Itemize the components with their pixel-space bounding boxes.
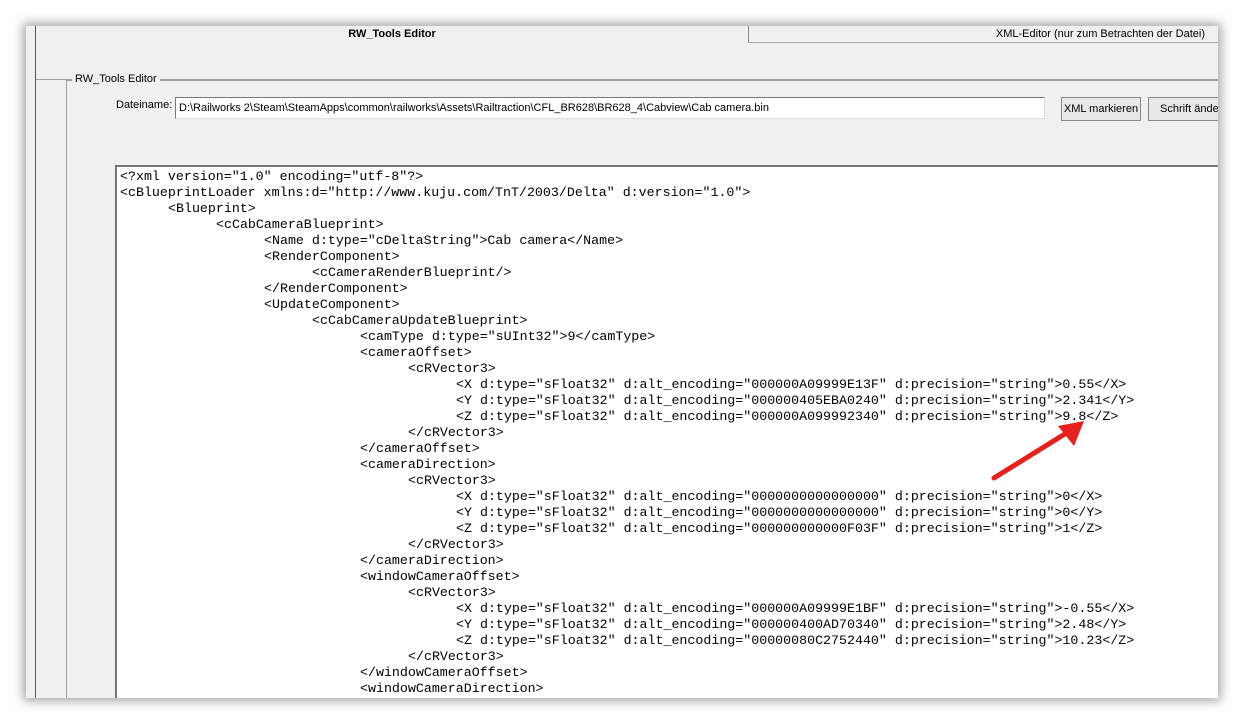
xml-line: <?xml version="1.0" encoding="utf-8"?> <box>120 169 424 184</box>
xml-line: <cRVector3> <box>408 585 496 600</box>
xml-line: <cCabCameraUpdateBlueprint> <box>312 313 528 328</box>
xml-line: <windowCameraDirection> <box>360 681 544 696</box>
xml-line: <cCameraRenderBlueprint/> <box>312 265 512 280</box>
xml-line: <Z d:type="sFloat32" d:alt_encoding="000… <box>456 633 1135 648</box>
mark-xml-button[interactable]: XML markieren <box>1061 97 1141 121</box>
xml-line: </cameraDirection> <box>360 553 504 568</box>
xml-line: </RenderComponent> <box>264 281 408 296</box>
xml-line: <X d:type="sFloat32" d:alt_encoding="000… <box>456 377 1127 392</box>
tab-rw-tools-editor[interactable]: RW_Tools Editor <box>36 26 748 43</box>
xml-line: <cameraOffset> <box>360 345 472 360</box>
xml-line: </windowCameraOffset> <box>360 665 528 680</box>
xml-line: <X d:type="sFloat32" d:alt_encoding="000… <box>456 489 1103 504</box>
xml-line: <Y d:type="sFloat32" d:alt_encoding="000… <box>456 617 1127 632</box>
red-arrow-annotation <box>991 421 1084 481</box>
filename-label: Dateiname: <box>116 99 173 111</box>
xml-line: <Z d:type="sFloat32" d:alt_encoding="000… <box>456 521 1103 536</box>
xml-line: <cBlueprintLoader xmlns:d="http://www.ku… <box>120 185 751 200</box>
change-font-button[interactable]: Schrift ände <box>1148 97 1218 121</box>
xml-line: <X d:type="sFloat32" d:alt_encoding="000… <box>456 601 1135 616</box>
xml-line: <Y d:type="sFloat32" d:alt_encoding="000… <box>456 393 1135 408</box>
tab-xml-editor-label: XML-Editor (nur zum Betrachten der Datei… <box>995 28 1205 40</box>
tab-xml-editor[interactable]: XML-Editor (nur zum Betrachten der Datei… <box>748 26 1218 43</box>
groupbox-label: RW_Tools Editor <box>72 73 160 85</box>
app-window: RW_Tools Editor XML-Editor (nur zum Betr… <box>26 26 1218 698</box>
xml-line: <Blueprint> <box>168 201 256 216</box>
xml-line: <cCabCameraBlueprint> <box>216 217 384 232</box>
xml-line: <windowCameraOffset> <box>360 569 520 584</box>
xml-line: </cRVector3> <box>408 537 504 552</box>
xml-line: <Name d:type="cDeltaString">Cab camera</… <box>264 233 624 248</box>
xml-line: </cRVector3> <box>408 425 504 440</box>
window-border <box>35 26 36 698</box>
xml-line: <cRVector3> <box>408 361 496 376</box>
xml-line: <cRVector3> <box>408 473 496 488</box>
filename-field[interactable]: D:\Railworks 2\Steam\SteamApps\common\ra… <box>175 97 1045 119</box>
xml-line: <Y d:type="sFloat32" d:alt_encoding="000… <box>456 505 1103 520</box>
xml-line: <camType d:type="sUInt32">9</camType> <box>360 329 656 344</box>
xml-line: </cRVector3> <box>408 649 504 664</box>
xml-line: </cameraOffset> <box>360 441 480 456</box>
xml-line: <RenderComponent> <box>264 249 400 264</box>
xml-line: <cameraDirection> <box>360 457 496 472</box>
xml-line: <UpdateComponent> <box>264 297 400 312</box>
